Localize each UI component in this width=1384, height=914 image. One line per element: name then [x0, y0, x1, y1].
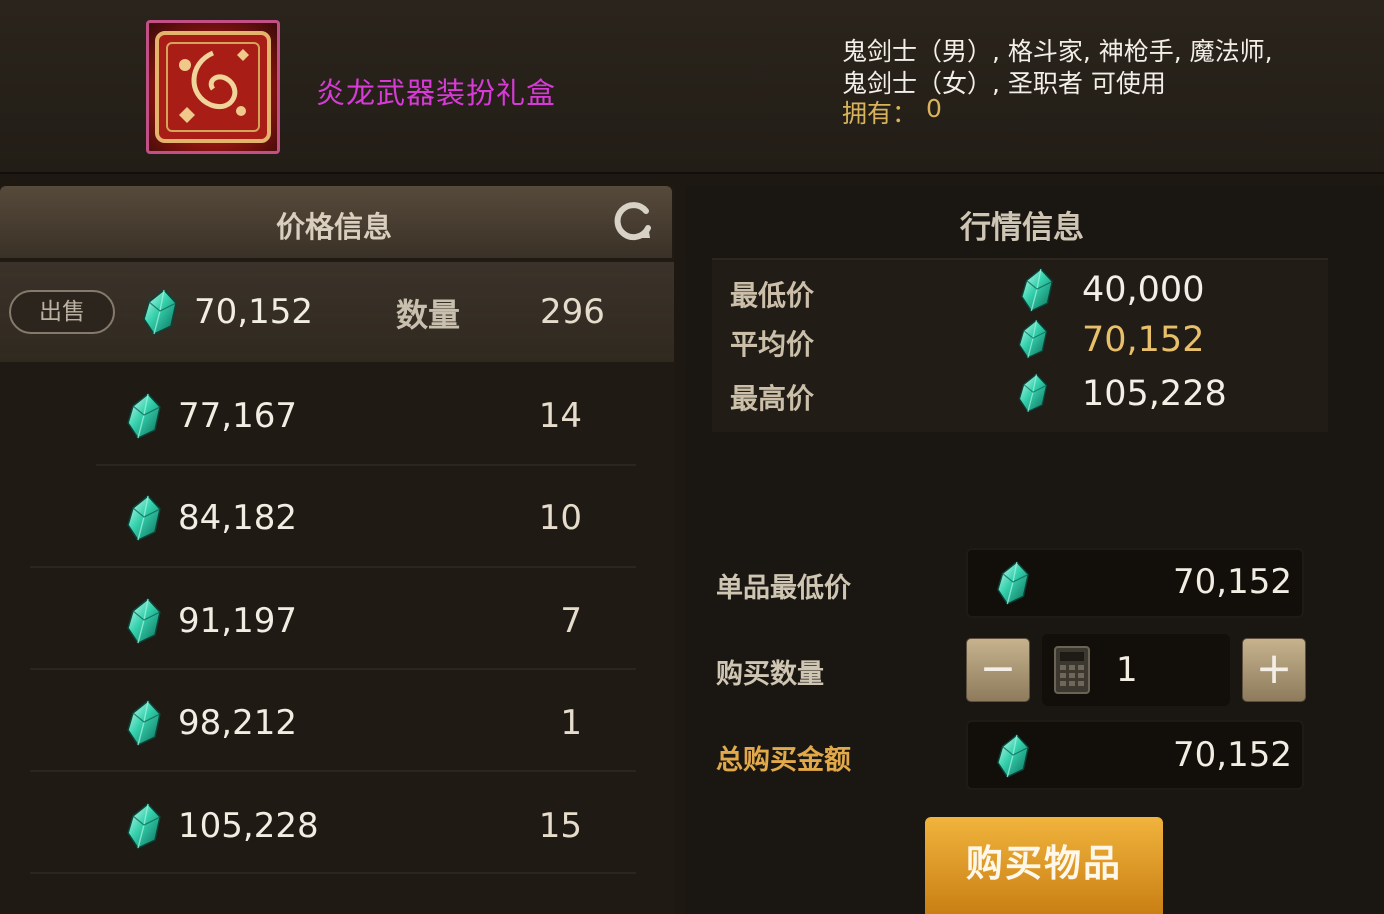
- gem-icon: [994, 734, 1032, 778]
- selected-quantity: 296: [540, 292, 605, 332]
- market-panel-title: 行情信息: [960, 210, 1084, 246]
- max-price-value: 105,228: [1082, 374, 1227, 414]
- purchase-quantity-label: 购买数量: [716, 659, 824, 690]
- min-price-label: 最低价: [730, 279, 815, 312]
- selected-price: 70,152: [194, 292, 313, 332]
- row-divider: [30, 872, 636, 874]
- row-divider: [30, 566, 636, 568]
- listing-quantity: 7: [560, 601, 582, 641]
- gem-icon: [140, 289, 180, 335]
- gem-icon: [1018, 268, 1056, 312]
- increase-quantity-button[interactable]: +: [1242, 638, 1306, 702]
- item-name: 炎龙武器装扮礼盒: [316, 76, 557, 110]
- listing-price[interactable]: 91,197: [178, 601, 297, 641]
- gem-icon: [994, 561, 1032, 605]
- avg-price-label: 平均价: [730, 328, 815, 361]
- unit-price-value: 70,152: [1173, 562, 1292, 602]
- total-amount-label: 总购买金额: [716, 745, 851, 776]
- listing-price[interactable]: 98,212: [178, 703, 297, 743]
- gem-icon: [124, 393, 164, 439]
- owned-label: 拥有：: [842, 99, 918, 128]
- sell-button[interactable]: 出售: [9, 290, 115, 334]
- quantity-value: 1: [1116, 650, 1138, 690]
- listing-price[interactable]: 84,182: [178, 498, 297, 538]
- gem-icon: [1016, 318, 1050, 360]
- gift-box-icon: [146, 20, 280, 154]
- unit-price-label: 单品最低价: [716, 573, 851, 604]
- row-divider: [96, 464, 636, 466]
- usable-classes-line1: 鬼剑士（男）, 格斗家, 神枪手, 魔法师,: [842, 37, 1273, 66]
- gem-icon: [1016, 372, 1050, 414]
- min-price-value: 40,000: [1082, 270, 1205, 310]
- listing-price[interactable]: 77,167: [178, 396, 297, 436]
- avg-price-value: 70,152: [1082, 320, 1205, 360]
- decrease-quantity-button[interactable]: −: [966, 638, 1030, 702]
- quantity-label: 数量: [396, 296, 461, 334]
- gem-icon: [124, 700, 164, 746]
- listing-quantity: 1: [560, 703, 582, 743]
- price-panel-title: 价格信息: [275, 210, 392, 244]
- refresh-icon[interactable]: [610, 198, 656, 244]
- row-divider: [30, 668, 636, 670]
- row-divider: [30, 770, 636, 772]
- buy-item-button[interactable]: 购买物品: [925, 817, 1163, 914]
- total-amount-value: 70,152: [1173, 735, 1292, 775]
- listing-quantity: 15: [538, 806, 582, 846]
- gem-icon: [124, 495, 164, 541]
- max-price-label: 最高价: [730, 382, 815, 415]
- listing-quantity: 14: [538, 396, 582, 436]
- gem-icon: [124, 803, 164, 849]
- gem-icon: [124, 598, 164, 644]
- listing-price[interactable]: 105,228: [178, 806, 319, 846]
- owned-count: 0: [926, 94, 942, 123]
- calculator-icon[interactable]: [1052, 645, 1092, 695]
- listing-quantity: 10: [538, 498, 582, 538]
